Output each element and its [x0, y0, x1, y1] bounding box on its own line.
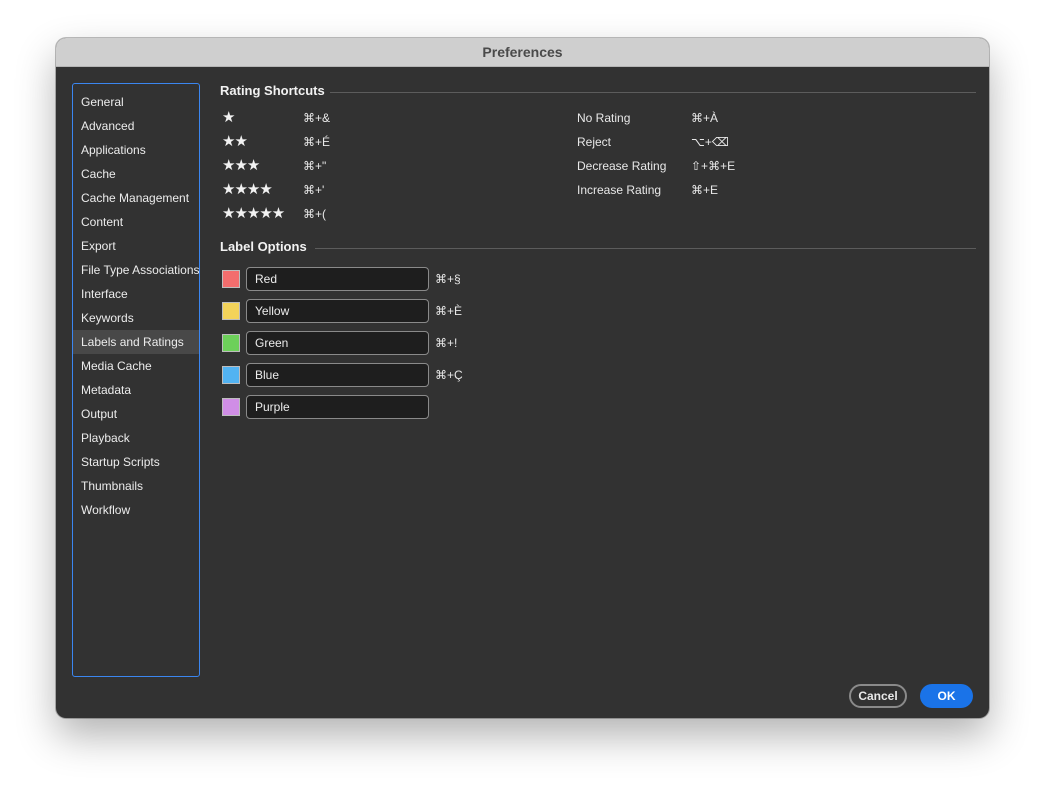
preferences-window: Preferences General Advanced Application…	[56, 38, 989, 718]
purple-color-swatch[interactable]	[222, 398, 240, 416]
label-row-green: ⌘+!	[222, 331, 457, 355]
sidebar-item-cache-management[interactable]: Cache Management	[73, 186, 199, 210]
preferences-sidebar: General Advanced Applications Cache Cach…	[72, 83, 200, 677]
sidebar-item-workflow[interactable]: Workflow	[73, 498, 199, 522]
label-row-yellow: ⌘+È	[222, 299, 462, 323]
label-row-blue: ⌘+Ç	[222, 363, 463, 387]
red-label-input[interactable]	[246, 267, 429, 291]
purple-label-input[interactable]	[246, 395, 429, 419]
sidebar-item-thumbnails[interactable]: Thumbnails	[73, 474, 199, 498]
no-rating-shortcut: ⌘+À	[691, 111, 719, 125]
sidebar-item-export[interactable]: Export	[73, 234, 199, 258]
sidebar-item-file-type-associations[interactable]: File Type Associations	[73, 258, 200, 282]
blue-label-shortcut: ⌘+Ç	[435, 368, 463, 382]
label-row-red: ⌘+§	[222, 267, 461, 291]
sidebar-item-output[interactable]: Output	[73, 402, 199, 426]
yellow-label-shortcut: ⌘+È	[435, 304, 463, 318]
one-star-shortcut: ⌘+&	[303, 111, 331, 125]
label-row-purple	[222, 395, 435, 419]
decrease-rating-label: Decrease Rating	[577, 159, 667, 173]
ok-button[interactable]: OK	[920, 684, 973, 708]
five-star-shortcut: ⌘+(	[303, 207, 327, 221]
two-star-shortcut: ⌘+É	[303, 135, 331, 149]
sidebar-item-content[interactable]: Content	[73, 210, 199, 234]
increase-rating-label: Increase Rating	[577, 183, 662, 197]
decrease-rating-shortcut: ⇧+⌘+E	[691, 159, 736, 173]
blue-label-input[interactable]	[246, 363, 429, 387]
sidebar-item-general[interactable]: General	[73, 90, 199, 114]
five-star-label: ★★★★★	[222, 205, 285, 222]
cancel-button[interactable]: Cancel	[849, 684, 907, 708]
two-star-label: ★★	[222, 133, 248, 150]
yellow-color-swatch[interactable]	[222, 302, 240, 320]
three-star-shortcut: ⌘+"	[303, 159, 327, 173]
increase-rating-shortcut: ⌘+E	[691, 183, 719, 197]
sidebar-item-startup-scripts[interactable]: Startup Scripts	[73, 450, 199, 474]
red-label-shortcut: ⌘+§	[435, 272, 461, 286]
three-star-label: ★★★	[222, 157, 260, 174]
green-label-input[interactable]	[246, 331, 429, 355]
rating-shortcuts-divider	[330, 92, 976, 93]
sidebar-item-applications[interactable]: Applications	[73, 138, 199, 162]
no-rating-label: No Rating	[577, 111, 631, 125]
sidebar-item-cache[interactable]: Cache	[73, 162, 199, 186]
sidebar-item-metadata[interactable]: Metadata	[73, 378, 199, 402]
rating-shortcuts-heading: Rating Shortcuts	[220, 83, 325, 98]
red-color-swatch[interactable]	[222, 270, 240, 288]
blue-color-swatch[interactable]	[222, 366, 240, 384]
yellow-label-input[interactable]	[246, 299, 429, 323]
four-star-shortcut: ⌘+'	[303, 183, 325, 197]
reject-shortcut: ⌥+⌫	[691, 135, 729, 149]
sidebar-item-labels-and-ratings[interactable]: Labels and Ratings	[73, 330, 199, 354]
sidebar-item-advanced[interactable]: Advanced	[73, 114, 199, 138]
sidebar-item-media-cache[interactable]: Media Cache	[73, 354, 199, 378]
sidebar-item-playback[interactable]: Playback	[73, 426, 199, 450]
four-star-label: ★★★★	[222, 181, 273, 198]
window-title: Preferences	[56, 38, 989, 67]
sidebar-item-interface[interactable]: Interface	[73, 282, 199, 306]
reject-label: Reject	[577, 135, 612, 149]
green-label-shortcut: ⌘+!	[435, 336, 458, 350]
sidebar-item-keywords[interactable]: Keywords	[73, 306, 199, 330]
one-star-label: ★	[222, 109, 235, 126]
label-options-heading: Label Options	[220, 239, 307, 254]
label-options-divider	[315, 248, 976, 249]
green-color-swatch[interactable]	[222, 334, 240, 352]
